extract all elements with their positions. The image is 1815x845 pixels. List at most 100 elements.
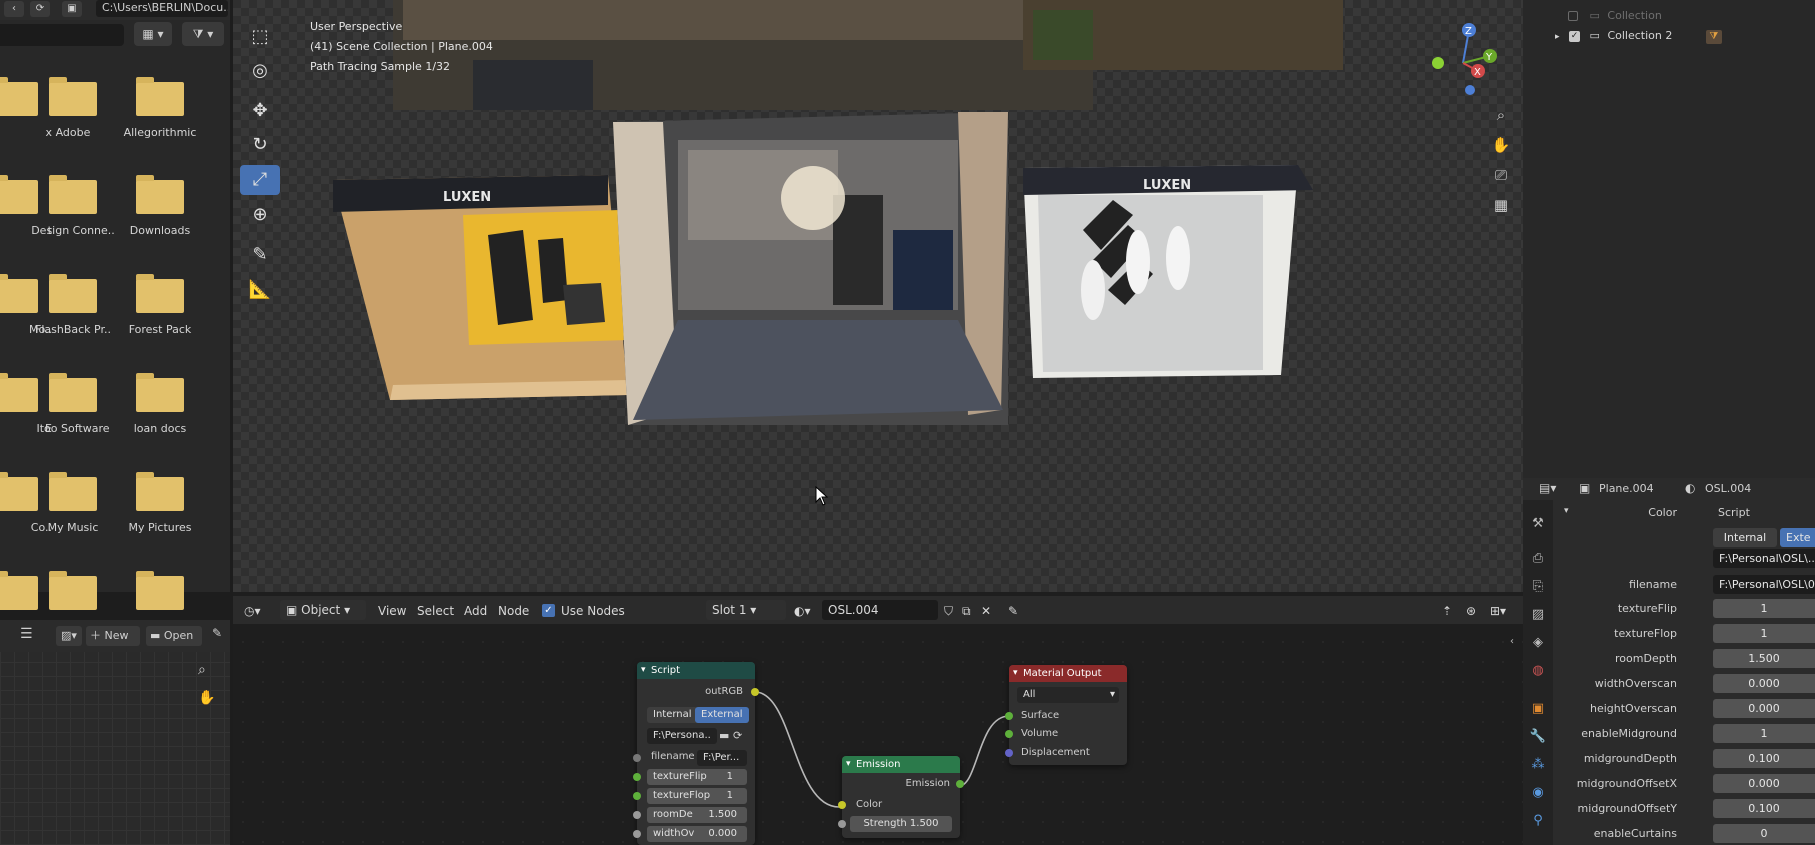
file-path-field[interactable]: C:\Users\BERLIN\Docu... (96, 0, 228, 17)
refresh-icon[interactable]: ⟳ (30, 1, 50, 17)
input-socket[interactable] (1005, 749, 1013, 757)
zoom-icon[interactable]: ⌕ (1490, 104, 1512, 126)
pan-hand-icon[interactable]: ✋ (198, 690, 215, 706)
property-label: textureFlop (1614, 627, 1677, 640)
properties-external-button[interactable]: Exte (1780, 528, 1815, 547)
new-image-button[interactable]: ＋ New (86, 626, 140, 646)
input-socket[interactable] (1005, 712, 1013, 720)
select-box-tool[interactable]: ⬚ (240, 22, 280, 52)
folder-item[interactable] (116, 571, 204, 620)
property-field[interactable]: 1 (1713, 624, 1815, 643)
material-output-node[interactable]: Material Output All ▾ Surface Volume Disp… (1005, 665, 1127, 765)
script-input-roomdepth[interactable]: roomDe 1.500 (647, 807, 747, 823)
input-socket[interactable] (838, 820, 846, 828)
property-field[interactable]: 0 (1713, 824, 1815, 843)
script-filepath-field[interactable]: F:\Persona.. (647, 728, 717, 744)
exclude-checkbox[interactable]: ✓ (1569, 30, 1581, 42)
property-field[interactable]: 1 (1713, 599, 1815, 618)
output-input-label: Displacement (1021, 747, 1090, 758)
properties-filepath-field[interactable]: F:\Personal\OSL\.. (1713, 549, 1815, 568)
outliner-item-collection[interactable]: ▭ Collection (1568, 9, 1662, 22)
script-filename-field[interactable]: F:\Per... (697, 750, 747, 766)
filter-icon[interactable]: ⧩ (1705, 30, 1722, 44)
scale-tool[interactable]: ⤢ (240, 165, 280, 195)
expand-arrow-icon[interactable]: ▸ (1555, 32, 1560, 42)
outliner-item-collection-2[interactable]: ▸ ✓ ▭ Collection 2 ⧩ (1555, 29, 1722, 44)
property-label: enableMidground (1581, 727, 1677, 740)
grid-view-icon[interactable]: ▦ (1490, 194, 1512, 216)
folder-item[interactable]: Allegorithmic (116, 77, 204, 139)
folder-item[interactable]: My Music (29, 472, 117, 534)
property-field[interactable]: 0.100 (1713, 799, 1815, 818)
3d-viewport[interactable]: LUXEN LUXEN (233, 0, 1523, 592)
exclude-checkbox[interactable] (1568, 11, 1578, 21)
folder-item[interactable]: Itoo Software (29, 373, 117, 435)
folder-item[interactable]: FlashBack Pr.. (29, 274, 117, 336)
new-folder-icon[interactable]: ▣ (62, 1, 82, 17)
open-image-button[interactable]: ▬ Open (146, 626, 202, 646)
script-node[interactable]: Script outRGB Internal External F:\Perso… (633, 662, 759, 845)
folder-icon (49, 77, 97, 116)
script-external-button[interactable]: External (695, 707, 749, 723)
property-field[interactable]: 0.000 (1713, 674, 1815, 693)
cursor-tool[interactable]: ◎ (240, 56, 280, 86)
navigation-gizmo[interactable]: Z Y X (1428, 18, 1498, 98)
input-socket[interactable] (633, 754, 641, 762)
file-search-input[interactable] (0, 24, 124, 46)
input-socket[interactable] (633, 830, 641, 838)
folder-item[interactable]: Forest Pack (116, 274, 204, 336)
input-socket[interactable] (633, 773, 641, 781)
property-field[interactable]: 1.500 (1713, 649, 1815, 668)
folder-browse-icon[interactable]: ▬ (719, 729, 729, 742)
emission-strength-field[interactable]: Strength 1.500 (850, 816, 952, 832)
editor-type-icon[interactable]: ▤▾ (1539, 481, 1556, 495)
folder-item[interactable] (29, 571, 117, 620)
pan-hand-icon[interactable]: ✋ (1490, 134, 1512, 156)
display-mode-dropdown[interactable]: ▦ ▾ (134, 22, 172, 46)
emission-node-header[interactable]: Emission (842, 756, 960, 773)
property-field[interactable]: 1 (1713, 724, 1815, 743)
input-socket[interactable] (633, 811, 641, 819)
folder-item[interactable]: Design Conne.. (29, 175, 117, 237)
pin-icon[interactable]: ✎ (212, 626, 222, 640)
property-label: filename (1629, 578, 1677, 591)
back-icon[interactable]: ‹ (4, 1, 24, 17)
annotate-tool[interactable]: ✎ (240, 240, 280, 270)
property-field[interactable]: 0.100 (1713, 749, 1815, 768)
script-input-textureflip[interactable]: textureFlip 1 (647, 769, 747, 785)
render-tab-icon[interactable]: ⎙ (1529, 550, 1547, 568)
property-field[interactable]: 0.000 (1713, 699, 1815, 718)
input-socket[interactable] (1005, 730, 1013, 738)
folder-item[interactable]: Downloads (116, 175, 204, 237)
image-browse-icon[interactable]: ▨▾ (56, 626, 82, 646)
material-output-header[interactable]: Material Output (1009, 665, 1127, 682)
properties-internal-button[interactable]: Internal (1713, 528, 1777, 547)
properties-material-name: OSL.004 (1705, 482, 1752, 495)
emission-node[interactable]: Emission Emission Color Strength 1.500 (838, 756, 964, 838)
camera-icon[interactable]: ⎚ (1490, 164, 1512, 186)
folder-item[interactable]: loan docs (116, 373, 204, 435)
property-field[interactable]: 0.000 (1713, 774, 1815, 793)
script-input-widthoverscan[interactable]: widthOv 0.000 (647, 826, 747, 842)
output-target-dropdown[interactable]: All ▾ (1017, 687, 1119, 703)
transform-tool[interactable]: ⊕ (240, 200, 280, 230)
output-socket[interactable] (751, 688, 759, 696)
filter-dropdown[interactable]: ⧩ ▾ (182, 22, 224, 46)
move-tool[interactable]: ✥ (240, 96, 280, 126)
script-node-header[interactable]: Script (637, 662, 755, 679)
script-input-textureflop[interactable]: textureFlop 1 (647, 788, 747, 804)
properties-header: ▤▾ ▣ Plane.004 ◐ OSL.004 (1523, 478, 1815, 500)
reload-script-icon[interactable]: ⟳ (733, 729, 742, 742)
folder-item[interactable]: Adobe (29, 77, 117, 139)
rotate-tool[interactable]: ↻ (240, 130, 280, 160)
property-field[interactable]: F:\Personal\OSL\04 (1713, 575, 1815, 594)
output-socket[interactable] (956, 780, 964, 788)
zoom-icon[interactable]: ⌕ (198, 662, 206, 678)
script-internal-button[interactable]: Internal (647, 707, 698, 723)
input-socket[interactable] (838, 801, 846, 809)
image-editor-canvas[interactable] (0, 620, 230, 845)
folder-item[interactable]: My Pictures (116, 472, 204, 534)
menu-icon[interactable]: ☰ (20, 626, 33, 642)
input-socket[interactable] (633, 792, 641, 800)
measure-tool[interactable]: 📐 (240, 275, 280, 305)
